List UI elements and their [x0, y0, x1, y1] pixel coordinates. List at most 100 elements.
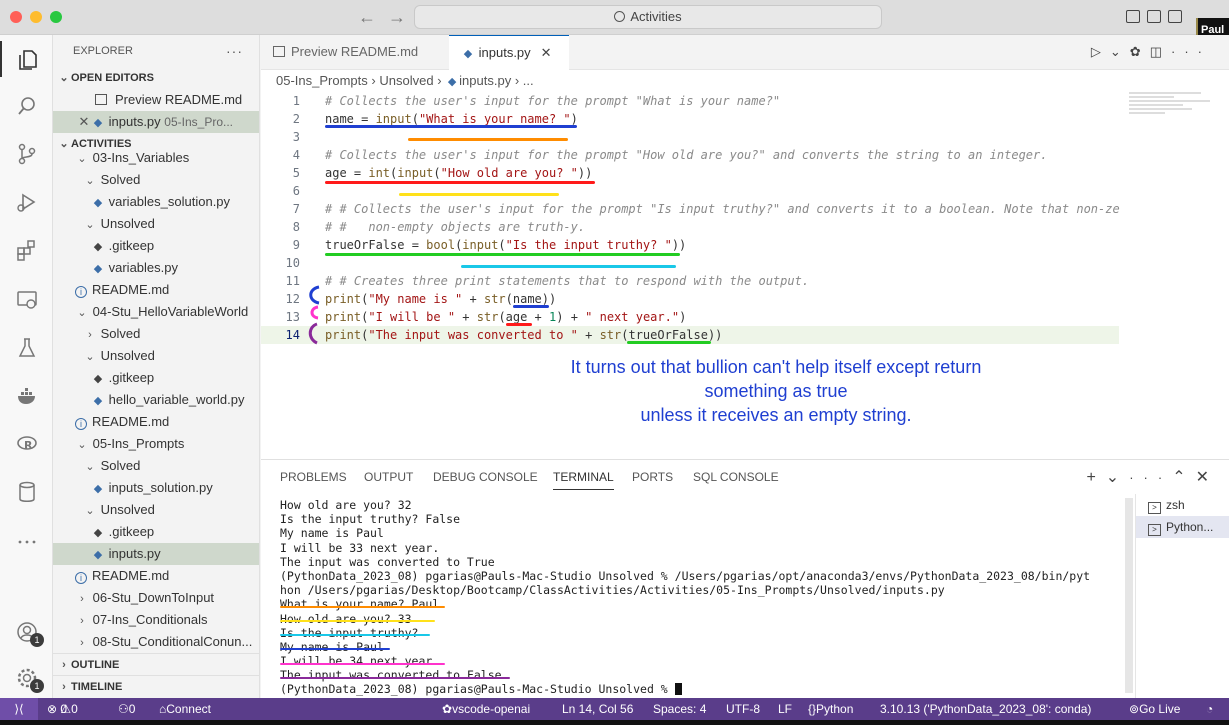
open-editors-section[interactable]: ⌄ OPEN EDITORS [53, 67, 259, 89]
more-icon[interactable] [0, 523, 53, 559]
close-panel-icon[interactable]: ✕ [1196, 469, 1219, 486]
openai-icon[interactable]: ✿ [1130, 44, 1150, 59]
tree-folder[interactable]: › 07-Ins_Conditionals [53, 609, 259, 631]
r-language-icon[interactable]: R [0, 425, 53, 461]
search-icon[interactable] [0, 87, 53, 123]
code-line[interactable]: 3 [261, 128, 1121, 146]
tab-ports[interactable]: PORTS [632, 470, 673, 484]
tree-folder[interactable]: ⌄ Solved [53, 455, 259, 477]
tab-problems[interactable]: PROBLEMS [280, 470, 347, 484]
explorer-more-button[interactable]: ··· [226, 35, 243, 67]
breadcrumb-item[interactable]: Unsolved [379, 73, 433, 88]
code-line[interactable]: 8 # # non-empty objects are truth-y. [261, 218, 1121, 236]
tree-file[interactable]: i README.md [53, 279, 259, 301]
tree-file[interactable]: i README.md [53, 565, 259, 587]
code-line[interactable]: 7 # # Collects the user's input for the p… [261, 200, 1121, 218]
tree-file[interactable]: ◆ variables_solution.py [53, 191, 259, 213]
tree-file[interactable]: i README.md [53, 411, 259, 433]
close-editor-icon[interactable]: ✕ [77, 111, 91, 133]
tree-folder[interactable]: ⌄ 04-Stu_HelloVariableWorld [53, 301, 259, 323]
code-line[interactable]: 5 age = int(input("How old are you? ")) [261, 164, 1121, 182]
tree-folder[interactable]: ⌄ Solved [53, 169, 259, 191]
tree-file[interactable]: ◆ hello_variable_world.py [53, 389, 259, 411]
tree-folder[interactable]: › 06-Stu_DownToInput [53, 587, 259, 609]
breadcrumb-item[interactable]: 05-Ins_Prompts [276, 73, 368, 88]
remote-explorer-icon[interactable] [0, 281, 53, 317]
close-window-button[interactable] [10, 11, 22, 23]
toggle-secondary-sidebar-icon[interactable] [1168, 10, 1182, 23]
timeline-section[interactable]: › TIMELINE [53, 675, 259, 697]
code-editor[interactable]: 1 # Collects the user's input for the pro… [261, 92, 1121, 344]
tree-folder[interactable]: › 08-Stu_ConditionalConun... [53, 631, 259, 653]
open-editor-item-active[interactable]: ✕ ◆ inputs.py 05-Ins_Pro... [53, 111, 259, 133]
tree-folder[interactable]: ⌄ 05-Ins_Prompts [53, 433, 259, 455]
tree-file[interactable]: ◆ .gitkeep [53, 521, 259, 543]
tree-file[interactable]: ◆ .gitkeep [53, 235, 259, 257]
outline-section[interactable]: › OUTLINE [53, 653, 259, 675]
code-line[interactable]: 10 [261, 254, 1121, 272]
more-icon[interactable]: ··· [1129, 470, 1172, 485]
tab-inputs-py[interactable]: ◆ inputs.py ✕ [449, 35, 569, 70]
breadcrumb-item[interactable]: inputs.py [459, 73, 511, 88]
tree-folder[interactable]: ⌄ Unsolved [53, 345, 259, 367]
connect-button[interactable]: ⌂ Connect [159, 698, 211, 720]
docker-icon[interactable] [0, 377, 53, 413]
breadcrumb-item[interactable]: ... [523, 73, 534, 88]
tab-preview-readme[interactable]: Preview README.md [261, 35, 446, 70]
remote-indicator-icon[interactable]: ⟩⟨ [0, 698, 38, 720]
python-interpreter[interactable]: 3.10.13 ('PythonData_2023_08': conda) [880, 698, 1091, 720]
command-center-search[interactable]: Activities [414, 5, 882, 29]
split-editor-icon[interactable]: ◫ [1150, 44, 1171, 59]
tree-folder[interactable]: ⌄ Unsolved [53, 213, 259, 235]
end-of-line[interactable]: LF [778, 698, 792, 720]
maximize-window-button[interactable] [50, 11, 62, 23]
accounts-icon[interactable]: 1 [0, 613, 53, 649]
run-icon[interactable]: ▷⌄ [1091, 44, 1130, 59]
tree-file[interactable]: ◆ inputs.py [53, 543, 259, 565]
code-line[interactable]: 13 print("I will be " + str(age + 1) + " … [261, 308, 1121, 326]
code-line[interactable]: 4 # Collects the user's input for the pro… [261, 146, 1121, 164]
maximize-panel-icon[interactable]: ⌃ [1172, 469, 1195, 486]
tab-output[interactable]: OUTPUT [364, 470, 413, 484]
more-actions-icon[interactable]: ··· [1171, 44, 1211, 59]
tab-terminal[interactable]: TERMINAL [553, 470, 614, 490]
terminal-scrollbar[interactable] [1125, 498, 1133, 693]
explorer-icon[interactable] [0, 41, 53, 77]
code-line[interactable]: 9 trueOrFalse = bool(input("Is the input … [261, 236, 1121, 254]
cursor-position[interactable]: Ln 14, Col 56 [562, 698, 633, 720]
problems-indicator[interactable]: ⊗ 0 ⚠ 0 [47, 698, 78, 720]
run-debug-icon[interactable] [0, 183, 53, 219]
tree-file[interactable]: ◆ .gitkeep [53, 367, 259, 389]
tree-folder[interactable]: › Solved [53, 323, 259, 345]
code-line[interactable]: 1 # Collects the user's input for the pro… [261, 92, 1121, 110]
tab-debug-console[interactable]: DEBUG CONSOLE [433, 470, 538, 484]
tree-folder[interactable]: ⌄ 03-Ins_Variables [53, 147, 259, 169]
terminal-item-python[interactable]: > Python... [1136, 516, 1229, 538]
terminal-item-zsh[interactable]: > zsh [1136, 494, 1229, 516]
database-icon[interactable] [0, 473, 53, 509]
language-mode[interactable]: {} Python [808, 698, 853, 720]
tree-file[interactable]: ◆ variables.py [53, 257, 259, 279]
terminal-output[interactable]: How old are you? 32 Is the input truthy? … [280, 498, 1122, 697]
tab-sql-console[interactable]: SQL CONSOLE [693, 470, 779, 484]
close-tab-icon[interactable]: ✕ [541, 45, 552, 60]
toggle-sidebar-icon[interactable] [1126, 10, 1140, 23]
indentation[interactable]: Spaces: 4 [653, 698, 706, 720]
workspace-indicator[interactable]: ✿ vscode-openai [442, 698, 530, 720]
tree-folder[interactable]: ⌄ Unsolved [53, 499, 259, 521]
nav-arrows[interactable]: ←→ [358, 7, 418, 28]
manage-gear-icon[interactable]: 1 [0, 659, 53, 695]
encoding[interactable]: UTF-8 [726, 698, 760, 720]
open-editor-item[interactable]: Preview README.md [53, 89, 259, 111]
code-line[interactable]: 6 [261, 182, 1121, 200]
notifications-bell-icon[interactable]: ◔ [1206, 698, 1213, 720]
minimap[interactable] [1129, 92, 1219, 132]
extensions-icon[interactable] [0, 231, 53, 267]
tree-file[interactable]: ◆ inputs_solution.py [53, 477, 259, 499]
source-control-icon[interactable] [0, 135, 53, 171]
ports-indicator[interactable]: ⚇ 0 [118, 698, 135, 720]
go-live-button[interactable]: ⊚ Go Live [1129, 698, 1180, 720]
code-line[interactable]: 11 # # Creates three print statements tha… [261, 272, 1121, 290]
new-terminal-icon[interactable]: +⌄ [1086, 469, 1129, 486]
minimize-window-button[interactable] [30, 11, 42, 23]
